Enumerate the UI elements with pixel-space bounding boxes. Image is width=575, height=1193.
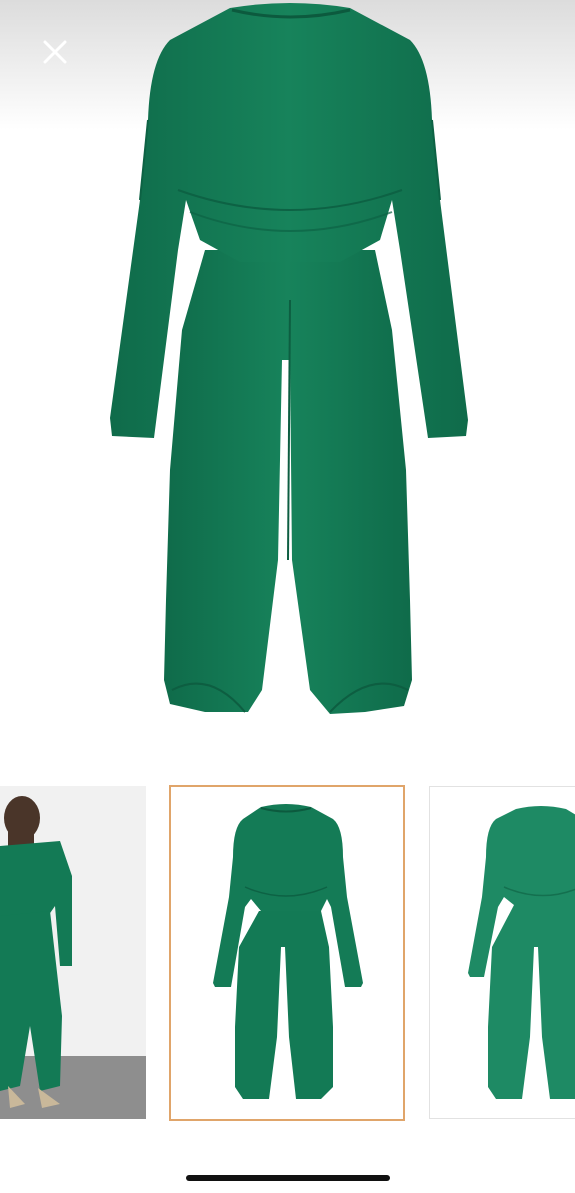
close-icon bbox=[43, 40, 67, 64]
thumbnail-flat-lay-back[interactable] bbox=[429, 786, 575, 1119]
thumbnail-flat-lay-front[interactable] bbox=[169, 785, 405, 1121]
thumbnail-model-back[interactable] bbox=[0, 786, 146, 1119]
close-button[interactable] bbox=[38, 35, 72, 69]
main-product-image[interactable] bbox=[0, 0, 575, 750]
home-indicator[interactable] bbox=[186, 1175, 390, 1181]
